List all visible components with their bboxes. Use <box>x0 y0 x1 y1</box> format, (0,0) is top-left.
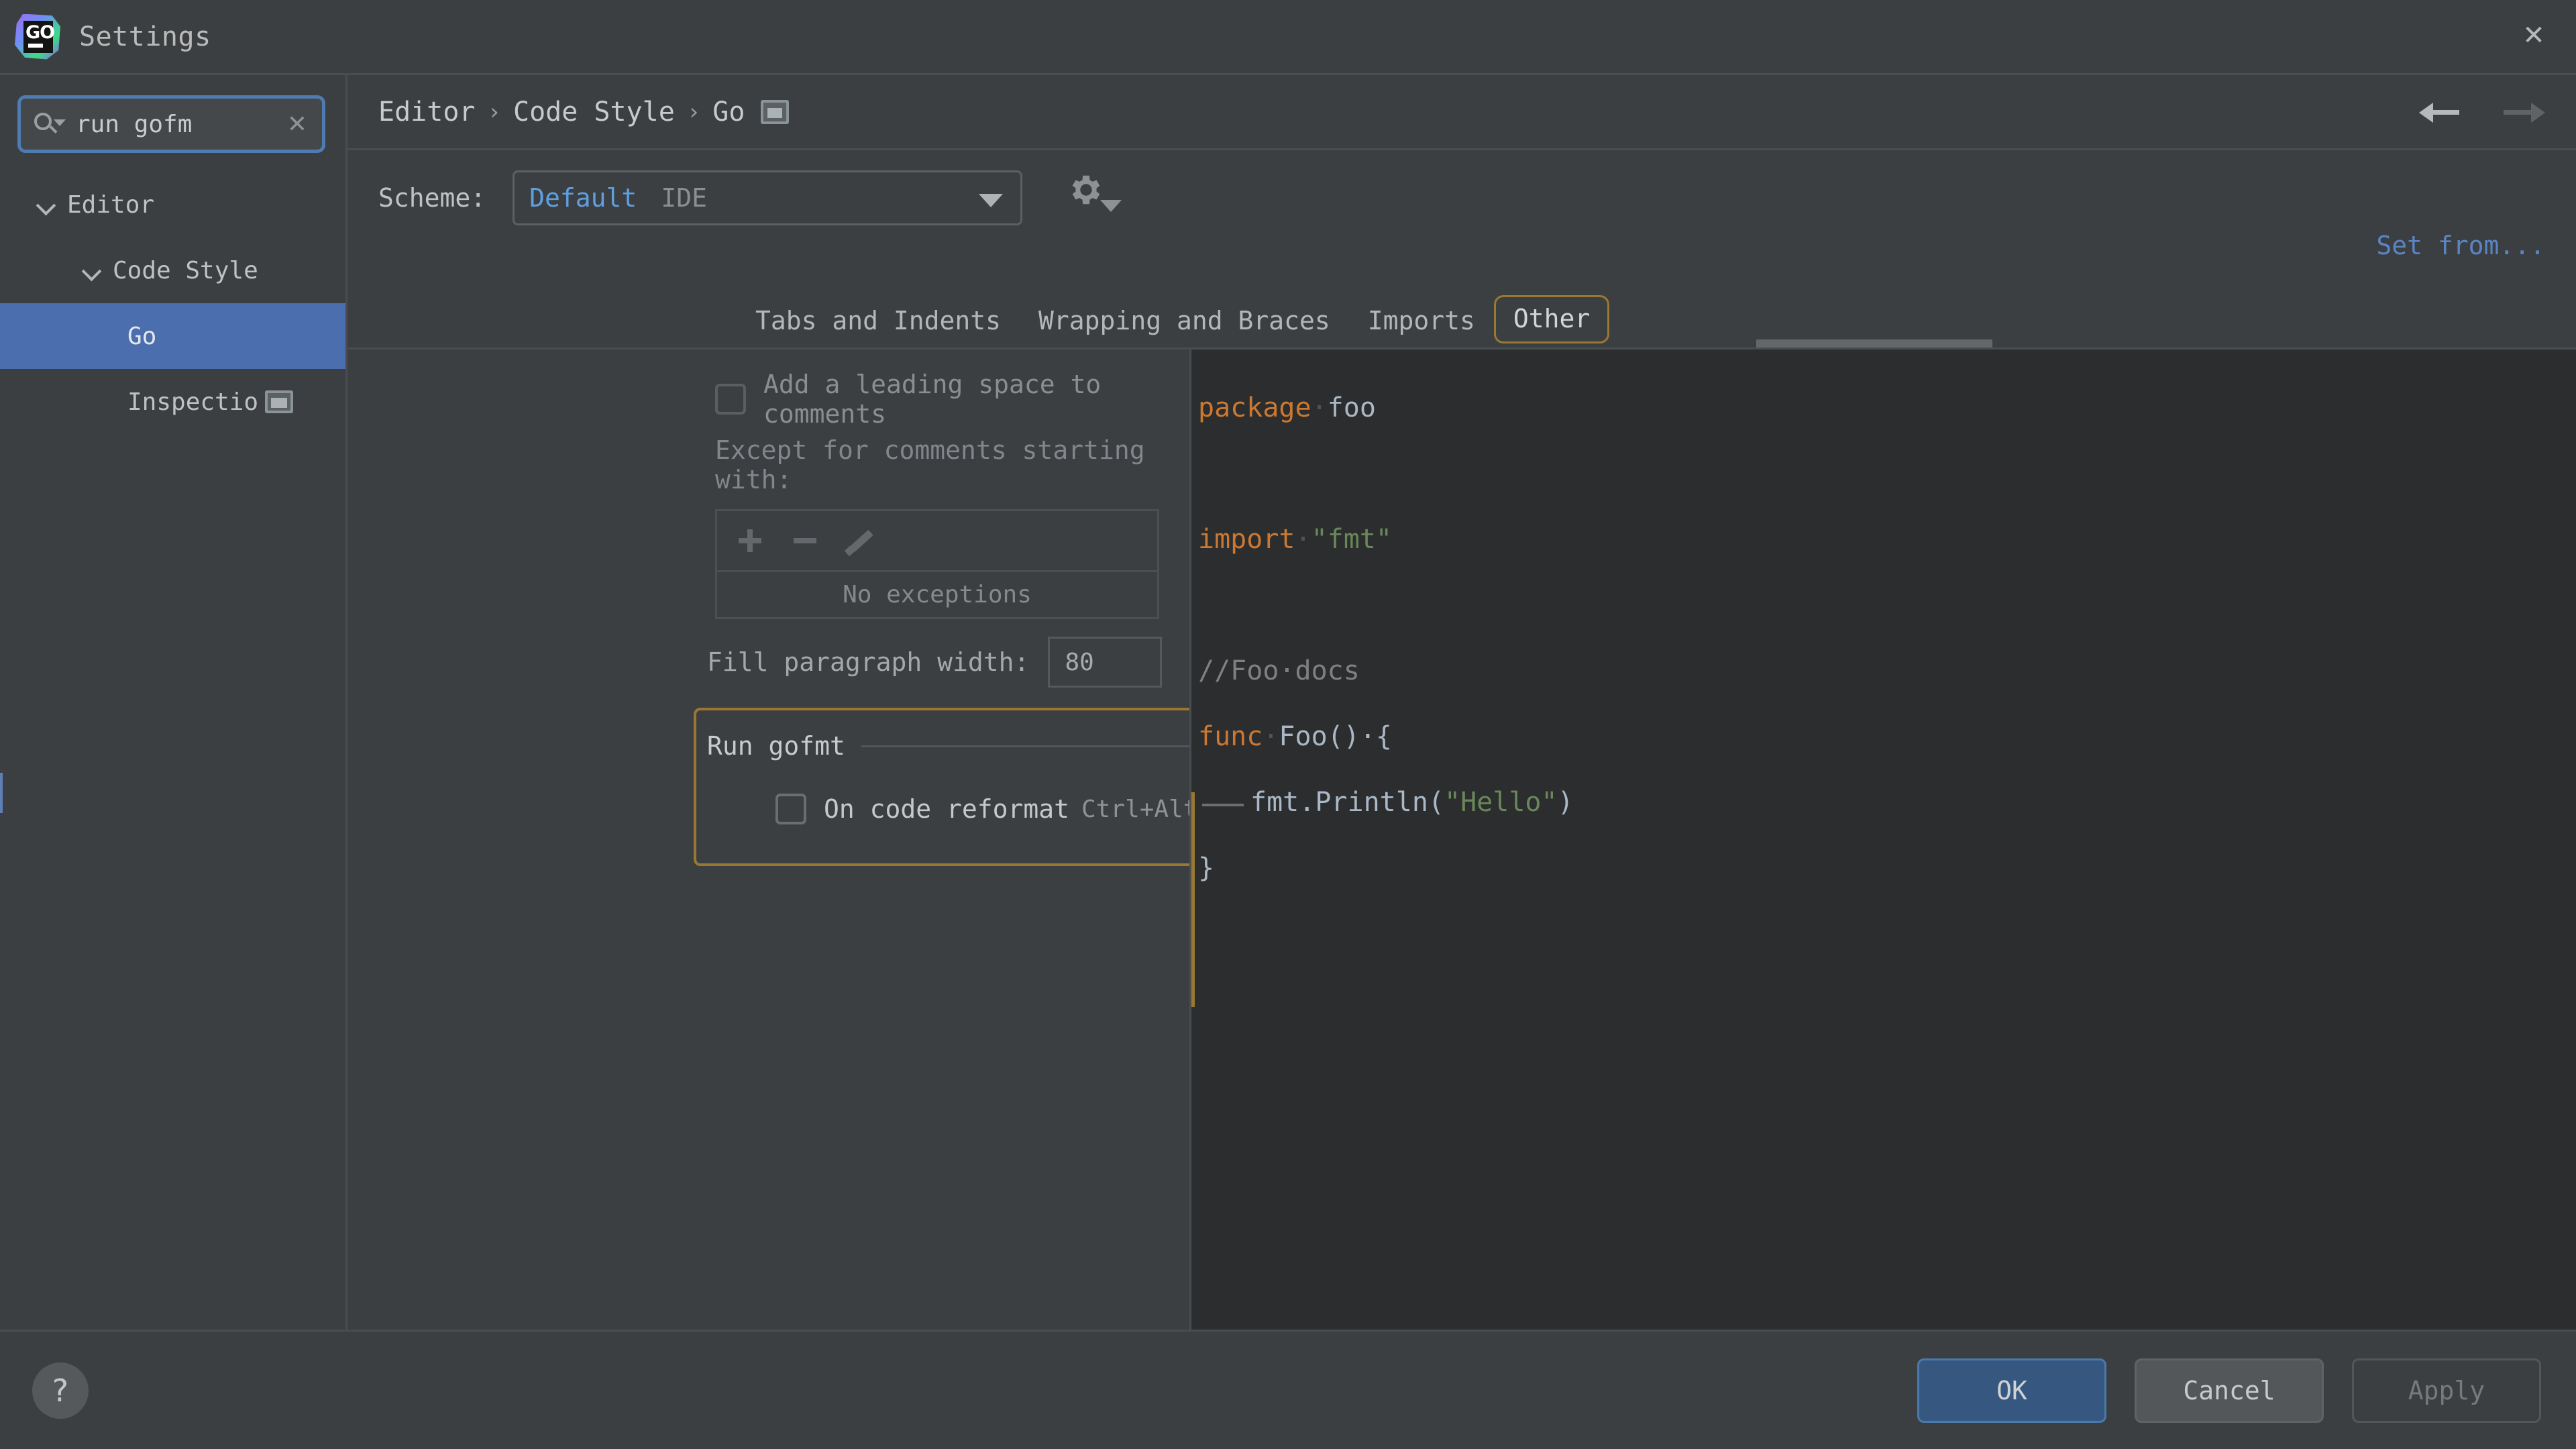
goland-logo-icon: GO <box>15 13 60 60</box>
code-line: package·foo <box>1191 375 2576 441</box>
breadcrumb-separator: › <box>487 98 501 125</box>
sidebar-item-label: Go <box>127 322 157 350</box>
tab-other[interactable]: Other <box>1493 295 1610 343</box>
pencil-icon[interactable] <box>845 525 875 556</box>
close-icon[interactable]: ✕ <box>2518 21 2549 52</box>
code-token: "Hello" <box>1444 787 1558 818</box>
window-title: Settings <box>79 21 211 52</box>
tab-active-underline <box>1756 339 1992 347</box>
code-token: ) <box>1557 787 1574 818</box>
scheme-dropdown[interactable]: Default IDE <box>513 170 1023 225</box>
breadcrumb: Editor › Code Style › Go <box>347 75 2576 150</box>
leading-space-checkbox[interactable] <box>715 384 746 415</box>
set-from-row: Set from... <box>347 231 2576 280</box>
on-code-reformat-checkbox[interactable] <box>775 794 806 824</box>
code-token: package <box>1198 392 1311 423</box>
code-token: } <box>1198 853 1215 883</box>
panel-window-icon <box>265 390 294 413</box>
code-token: · <box>1263 721 1279 752</box>
code-token: func <box>1198 721 1263 752</box>
breadcrumb-item-code-style[interactable]: Code Style <box>513 97 675 127</box>
sidebar-item-inspections[interactable]: Inspectio <box>0 369 345 435</box>
arrow-left-icon[interactable] <box>2419 95 2462 129</box>
footer-buttons: OK Cancel Apply <box>1917 1358 2541 1423</box>
other-settings-pane: Add a leading space to comments Except f… <box>347 347 1520 1330</box>
code-token: Foo()·{ <box>1279 721 1392 752</box>
breadcrumb-separator: › <box>686 98 701 125</box>
code-line: } <box>1191 835 2576 901</box>
code-token: fmt.Println( <box>1250 787 1444 818</box>
scheme-scope: IDE <box>661 183 707 213</box>
fill-paragraph-row: Fill paragraph width: 80 <box>347 634 1189 690</box>
code-token: //Foo·docs <box>1198 655 1360 686</box>
code-line: //Foo·docs <box>1191 638 2576 704</box>
code-preview[interactable]: package·foo import·"fmt" //Foo·docs func·… <box>1189 347 2576 1330</box>
search-area: run gofm ✕ <box>0 75 345 161</box>
title-bar: GO Settings ✕ <box>0 0 2576 75</box>
logo-text: GO <box>25 21 55 43</box>
tab-imports[interactable]: Imports <box>1349 301 1494 347</box>
exceptions-empty-text: No exceptions <box>717 570 1157 617</box>
settings-tree: Editor Code Style Go Inspectio <box>0 172 345 435</box>
code-line: func·Foo()·{ <box>1191 704 2576 769</box>
panel-window-icon[interactable] <box>761 99 790 124</box>
minus-icon[interactable] <box>790 525 820 556</box>
breadcrumb-item-editor[interactable]: Editor <box>378 97 476 127</box>
cancel-button[interactable]: Cancel <box>2135 1358 2324 1423</box>
exceptions-toolbar <box>717 511 1157 570</box>
search-input[interactable]: run gofm ✕ <box>17 95 325 153</box>
code-line: import·"fmt" <box>1191 506 2576 572</box>
chevron-down-icon <box>979 194 1004 207</box>
arrow-right-icon[interactable] <box>2502 95 2545 129</box>
search-icon <box>33 111 66 137</box>
tab-tabs-and-indents[interactable]: Tabs and Indents <box>737 301 1020 347</box>
settings-sidebar: run gofm ✕ Editor Code Style Go Inspecti… <box>0 75 347 1330</box>
settings-dialog: GO Settings ✕ run gofm ✕ Editor Code Sty… <box>0 0 2576 1449</box>
code-token: import <box>1198 524 1295 555</box>
on-code-reformat-label: On code reformat <box>824 794 1070 824</box>
help-button[interactable]: ? <box>32 1362 89 1419</box>
code-token: · <box>1295 524 1311 555</box>
sidebar-item-label: Code Style <box>113 256 258 284</box>
sidebar-item-label: Inspectio <box>127 388 259 416</box>
code-style-tabs: Tabs and Indents Wrapping and Braces Imp… <box>347 280 2576 347</box>
ok-button[interactable]: OK <box>1917 1358 2106 1423</box>
leading-space-label: Add a leading space to comments <box>763 370 1102 429</box>
code-token: "fmt" <box>1311 524 1393 555</box>
leading-space-option-row: Add a leading space to comments <box>347 370 1189 429</box>
search-value: run gofm <box>76 110 193 138</box>
plus-icon[interactable] <box>735 525 765 556</box>
code-token: foo <box>1327 392 1376 423</box>
settings-content: Editor › Code Style › Go Scheme: Default… <box>347 75 2576 1330</box>
chevron-down-icon <box>80 259 103 282</box>
code-token: · <box>1311 392 1328 423</box>
run-gofmt-title: Run gofmt <box>707 731 845 761</box>
apply-button[interactable]: Apply <box>2352 1358 2541 1423</box>
sidebar-item-go[interactable]: Go <box>0 303 345 369</box>
fill-paragraph-label: Fill paragraph width: <box>707 647 1030 677</box>
chevron-down-icon <box>1100 200 1122 212</box>
search-clear-icon[interactable]: ✕ <box>284 111 310 138</box>
sidebar-item-code-style[interactable]: Code Style <box>0 237 345 303</box>
dialog-footer: ? OK Cancel Apply <box>0 1330 2576 1449</box>
scheme-label: Scheme: <box>378 183 486 213</box>
sidebar-item-editor[interactable]: Editor <box>0 172 345 237</box>
preview-highlight-marker <box>1191 792 1195 1007</box>
sidebar-resize-handle[interactable] <box>0 773 3 813</box>
breadcrumb-item-go[interactable]: Go <box>712 97 745 127</box>
tab-wrapping-and-braces[interactable]: Wrapping and Braces <box>1020 301 1349 347</box>
exceptions-list: No exceptions <box>715 509 1159 619</box>
sidebar-item-label: Editor <box>67 191 155 219</box>
code-line: fmt.Println("Hello") <box>1191 769 2576 835</box>
exceptions-label: Except for comments starting with: <box>715 435 1145 494</box>
scheme-row: Scheme: Default IDE <box>347 150 2576 231</box>
fill-paragraph-input[interactable]: 80 <box>1048 637 1163 688</box>
chevron-down-icon <box>35 193 58 216</box>
scheme-settings-button[interactable] <box>1064 170 1122 225</box>
scheme-value: Default <box>529 183 637 213</box>
navigation-arrows <box>2419 95 2545 129</box>
set-from-link[interactable]: Set from... <box>2376 231 2545 260</box>
